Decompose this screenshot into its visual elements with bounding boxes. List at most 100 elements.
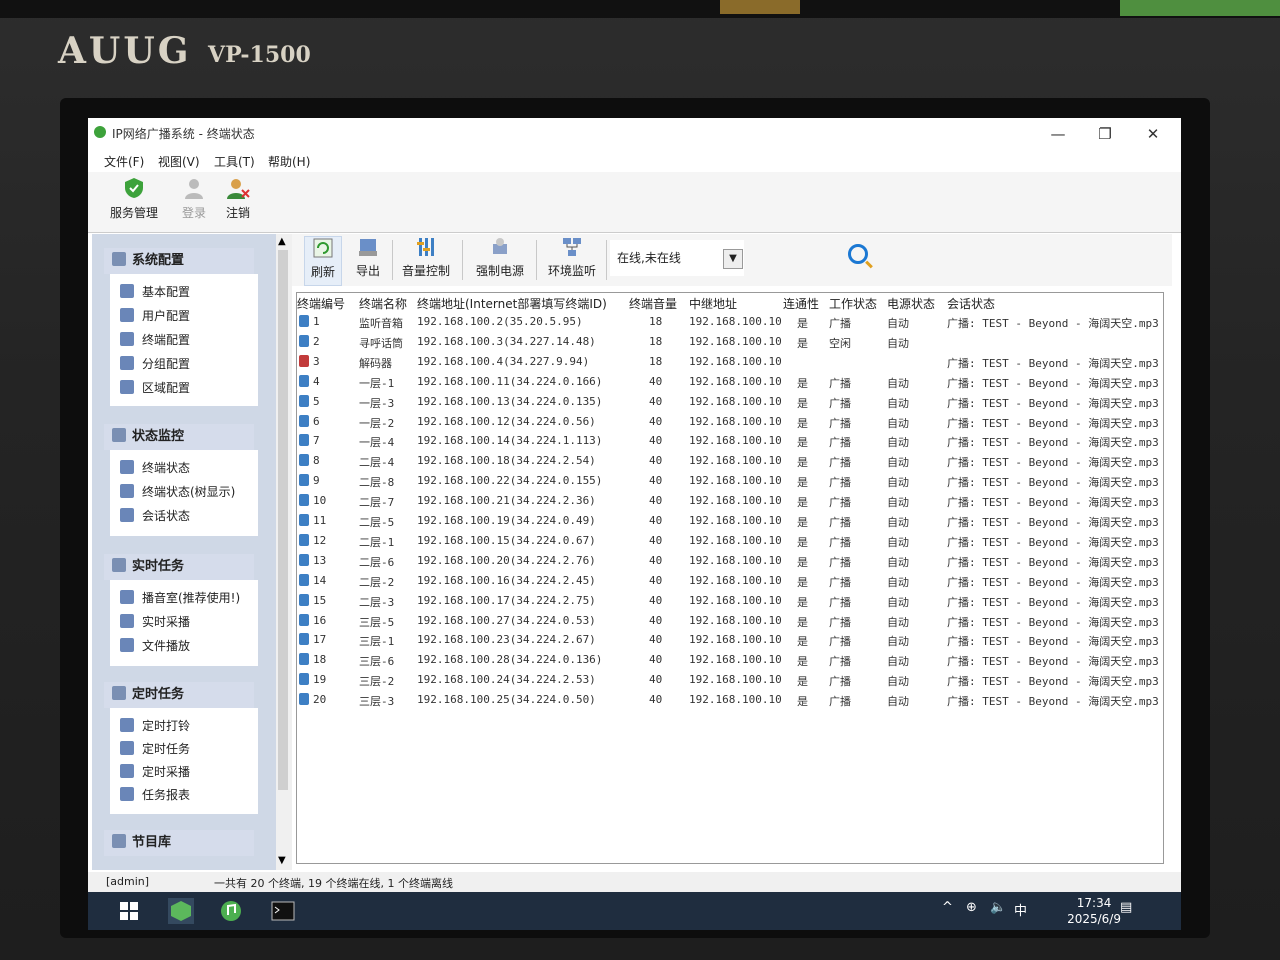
menu-tools[interactable]: 工具(T) — [214, 153, 255, 170]
table-cell: 二层-4 — [359, 456, 395, 470]
table-row[interactable]: 11 二层-5 192.168.100.19(34.224.0.49) 40 192.1… — [297, 512, 1163, 532]
menu-file[interactable]: 文件(F) — [104, 153, 144, 170]
windows-start-icon[interactable] — [116, 898, 142, 924]
sidebar-item-zone-config[interactable]: 区域配置 — [120, 378, 190, 398]
menu-bar: 文件(F) 视图(V) 工具(T) 帮助(H) — [88, 150, 1181, 172]
scroll-down-icon[interactable]: ▼ — [278, 855, 286, 866]
table-cell: 12 — [313, 533, 327, 547]
close-button[interactable]: ✕ — [1130, 122, 1176, 146]
disc-icon — [120, 638, 134, 652]
sidebar-item-task-report[interactable]: 任务报表 — [120, 785, 190, 805]
volume-tray-icon[interactable]: 🔈 — [990, 900, 1006, 915]
sidebar-item-live-capture[interactable]: 实时采播 — [120, 612, 190, 632]
table-row[interactable]: 12 二层-1 192.168.100.15(34.224.0.67) 40 192.1… — [297, 532, 1163, 552]
chevron-down-icon[interactable]: ▼ — [723, 249, 743, 269]
service-management-button[interactable]: 服务管理 — [106, 176, 162, 228]
sidebar-item-timed-task[interactable]: 定时任务 — [120, 739, 190, 759]
sidebar-item-group-config[interactable]: 分组配置 — [120, 354, 190, 374]
system-config-list: 基本配置 用户配置 终端配置 分组配置 区域配置 — [110, 274, 258, 406]
table-row[interactable]: 18 三层-6 192.168.100.28(34.224.0.136) 40 192.… — [297, 651, 1163, 671]
table-row[interactable]: 13 二层-6 192.168.100.20(34.224.2.76) 40 192.1… — [297, 552, 1163, 572]
terminal-app-icon[interactable] — [270, 898, 296, 924]
sidebar-scrollbar[interactable]: ▲ ▼ — [276, 234, 292, 870]
speaker-icon — [299, 334, 309, 348]
sidebar-item-basic-config[interactable]: 基本配置 — [120, 282, 190, 302]
section-realtime-tasks[interactable]: 实时任务 — [104, 554, 254, 580]
col-terminal-id[interactable]: 终端编号 — [297, 295, 345, 312]
menu-help[interactable]: 帮助(H) — [268, 153, 310, 170]
scroll-thumb[interactable] — [278, 250, 288, 790]
sidebar-item-user-config[interactable]: 用户配置 — [120, 306, 190, 326]
online-filter-select[interactable]: 在线,未在线 ▼ — [610, 240, 744, 276]
table-row[interactable]: 20 三层-3 192.168.100.25(34.224.0.50) 40 192.1… — [297, 691, 1163, 711]
col-session-status[interactable]: 会话状态 — [947, 295, 995, 312]
table-row[interactable]: 19 三层-2 192.168.100.24(34.224.2.53) 40 192.1… — [297, 671, 1163, 691]
table-row[interactable]: 15 二层-3 192.168.100.17(34.224.2.75) 40 192.1… — [297, 592, 1163, 612]
section-system-config[interactable]: 系统配置 — [104, 248, 254, 274]
sidebar-item-bell[interactable]: 定时打铃 — [120, 716, 190, 736]
export-button[interactable]: 导出 — [350, 236, 386, 284]
volume-control-button[interactable]: 音量控制 — [398, 236, 454, 284]
table-cell: 是 — [797, 456, 808, 470]
sidebar-item-terminal-tree[interactable]: 终端状态(树显示) — [120, 482, 235, 502]
sidebar-item-studio[interactable]: 播音室(推荐使用!) — [120, 588, 240, 608]
section-scheduled-tasks[interactable]: 定时任务 — [104, 682, 254, 708]
table-row[interactable]: 17 三层-1 192.168.100.23(34.224.2.67) 40 192.1… — [297, 631, 1163, 651]
table-row[interactable]: 14 二层-2 192.168.100.16(34.224.2.45) 40 192.1… — [297, 572, 1163, 592]
search-icon[interactable] — [848, 244, 868, 264]
sidebar-item-session-status[interactable]: 会话状态 — [120, 506, 190, 526]
col-terminal-address[interactable]: 终端地址(Internet部署填写终端ID) — [417, 295, 607, 312]
table-cell: 广播: TEST - Beyond - 海阔天空.mp3 — [947, 655, 1159, 669]
sidebar-item-timed-capture[interactable]: 定时采播 — [120, 762, 190, 782]
section-program-library[interactable]: 节目库 — [104, 830, 254, 856]
table-cell: 7 — [313, 434, 320, 448]
table-cell: 广播: TEST - Beyond - 海阔天空.mp3 — [947, 456, 1159, 470]
table-row[interactable]: 1 监听音箱 192.168.100.2(35.20.5.95) 18 192.168.… — [297, 313, 1163, 333]
table-cell: 广播: TEST - Beyond - 海阔天空.mp3 — [947, 675, 1159, 689]
col-relay-address[interactable]: 中继地址 — [689, 295, 737, 312]
table-row[interactable]: 4 一层-1 192.168.100.11(34.224.0.166) 40 192.1… — [297, 373, 1163, 393]
music-app-icon[interactable] — [218, 898, 244, 924]
tray-chevron-icon[interactable]: ^ — [942, 900, 953, 915]
table-cell: 广播 — [829, 575, 851, 589]
broadcast-app-icon[interactable] — [168, 898, 194, 924]
refresh-button[interactable]: 刷新 — [304, 236, 342, 286]
environment-monitor-button[interactable]: 环境监听 — [544, 236, 600, 284]
table-cell: 11 — [313, 514, 327, 527]
sidebar-item-file-playback[interactable]: 文件播放 — [120, 636, 190, 656]
col-volume[interactable]: 终端音量 — [629, 295, 677, 312]
section-status-monitor[interactable]: 状态监控 — [104, 424, 254, 450]
login-button[interactable]: 登录 — [176, 176, 212, 228]
table-cell: 广播: TEST - Beyond - 海阔天空.mp3 — [947, 396, 1159, 410]
minimize-button[interactable]: — — [1035, 122, 1081, 146]
main-toolbar: 服务管理 登录 注销 — [88, 172, 1181, 233]
maximize-button[interactable]: ❐ — [1082, 122, 1128, 146]
col-terminal-name[interactable]: 终端名称 — [359, 295, 407, 312]
col-connectivity[interactable]: 连通性 — [783, 295, 819, 312]
table-row[interactable]: 6 一层-2 192.168.100.12(34.224.0.56) 40 192.16… — [297, 413, 1163, 433]
ime-indicator[interactable]: 中 — [1014, 900, 1027, 919]
clock[interactable]: 17:34 2025/6/9 — [1067, 895, 1121, 927]
table-row[interactable]: 3 解码器 192.168.100.4(34.227.9.94) 18 192.168.… — [297, 353, 1163, 373]
network-tray-icon[interactable]: ⊕ — [966, 900, 977, 915]
table-row[interactable]: 16 三层-5 192.168.100.27(34.224.0.53) 40 192.1… — [297, 612, 1163, 632]
col-work-status[interactable]: 工作状态 — [829, 295, 877, 312]
table-cell: 二层-5 — [359, 516, 395, 529]
table-cell: 广播: TEST - Beyond - 海阔天空.mp3 — [947, 317, 1159, 330]
force-power-button[interactable]: 强制电源 — [472, 236, 528, 284]
table-row[interactable]: 5 一层-3 192.168.100.13(34.224.0.135) 40 192.1… — [297, 393, 1163, 413]
table-cell: 17 — [313, 633, 327, 647]
menu-view[interactable]: 视图(V) — [158, 153, 200, 170]
table-row[interactable]: 7 一层-4 192.168.100.14(34.224.1.113) 40 192.1… — [297, 432, 1163, 452]
table-row[interactable]: 8 二层-4 192.168.100.18(34.224.2.54) 40 192.16… — [297, 452, 1163, 472]
table-row[interactable]: 9 二层-8 192.168.100.22(34.224.0.155) 40 192.1… — [297, 472, 1163, 492]
logout-button[interactable]: 注销 — [220, 176, 256, 228]
notification-icon[interactable]: ▤ — [1120, 900, 1132, 915]
table-row[interactable]: 10 二层-7 192.168.100.21(34.224.2.36) 40 192.1… — [297, 492, 1163, 512]
col-power-status[interactable]: 电源状态 — [887, 295, 935, 312]
sidebar-item-terminal-status[interactable]: 终端状态 — [120, 458, 190, 478]
sidebar-item-terminal-config[interactable]: 终端配置 — [120, 330, 190, 350]
scroll-up-icon[interactable]: ▲ — [278, 236, 286, 247]
table-row[interactable]: 2 寻呼话筒 192.168.100.3(34.227.14.48) 18 192.16… — [297, 333, 1163, 353]
table-cell: 自动 — [887, 635, 909, 649]
